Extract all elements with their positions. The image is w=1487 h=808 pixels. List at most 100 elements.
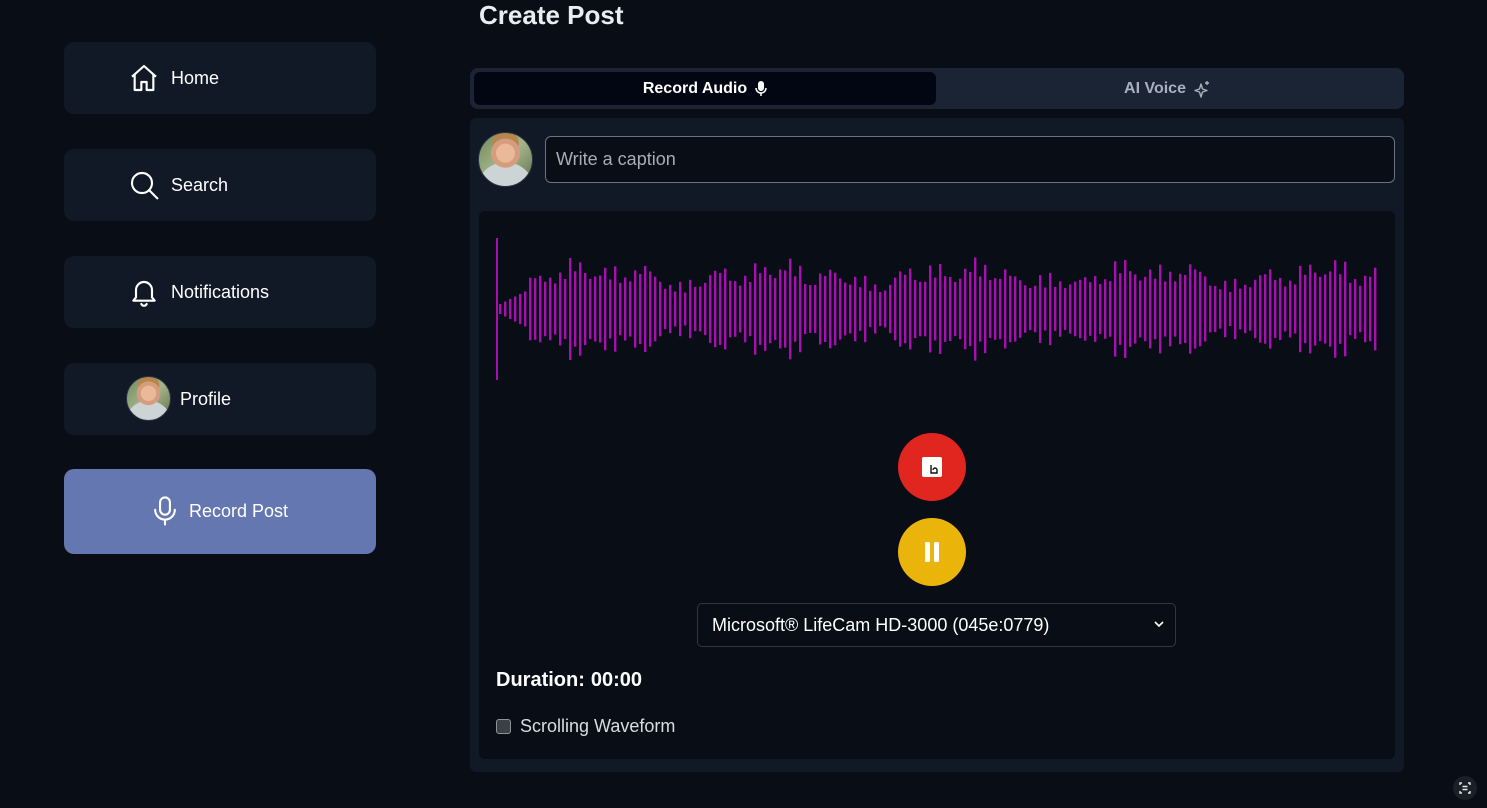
waveform-bar	[1284, 286, 1287, 332]
waveform-bar	[1369, 276, 1372, 342]
waveform-bar	[969, 271, 972, 347]
scrolling-waveform-checkbox[interactable]	[496, 719, 511, 734]
waveform-bar	[1309, 264, 1312, 354]
waveform-bar	[729, 280, 732, 338]
page-title: Create Post	[479, 0, 624, 30]
waveform-bar	[1259, 275, 1262, 343]
sidebar-item-label: Notifications	[171, 281, 270, 302]
sparkle-icon	[1194, 80, 1209, 98]
waveform-bar	[859, 287, 862, 331]
home-icon	[128, 62, 160, 94]
scrolling-waveform-option: Scrolling Waveform	[496, 716, 675, 737]
waveform-bar	[679, 281, 682, 337]
audio-waveform	[496, 238, 1377, 380]
waveform-bar	[1039, 275, 1042, 343]
waveform-bar	[869, 290, 872, 328]
sidebar-item-label: Record Post	[189, 501, 289, 521]
waveform-bar	[959, 278, 962, 340]
waveform-bar	[954, 281, 957, 337]
waveform-bar	[764, 267, 767, 351]
waveform-bar	[1009, 275, 1012, 343]
tab-ai-voice[interactable]: AI Voice	[936, 72, 1398, 105]
waveform-bar	[1249, 287, 1252, 331]
duration-label: Duration:	[496, 669, 585, 691]
waveform-bar	[929, 265, 932, 353]
waveform-bar	[1339, 274, 1342, 344]
waveform-bar	[1169, 271, 1172, 347]
waveform-bar	[609, 279, 612, 339]
selected-device: Microsoft® LifeCam HD-3000 (045e:0779)	[712, 614, 1050, 635]
sidebar-item-notifications[interactable]: Notifications	[64, 256, 376, 328]
waveform-bar	[1184, 274, 1187, 344]
waveform-bar	[1094, 276, 1097, 342]
waveform-bar	[549, 277, 552, 341]
waveform-bar	[584, 272, 587, 346]
waveform-bar	[1194, 269, 1197, 349]
waveform-bar	[1024, 285, 1027, 333]
sidebar-item-label: Search	[171, 174, 229, 195]
sidebar-item-label: Home	[171, 67, 220, 88]
waveform-bar	[1189, 264, 1192, 354]
waveform-bar	[1254, 279, 1257, 339]
chevron-down-icon	[1154, 621, 1164, 628]
waveform-bar	[779, 269, 782, 349]
waveform-bar	[879, 291, 882, 327]
waveform-bar	[699, 286, 702, 332]
waveform-bar	[659, 281, 662, 337]
waveform-bar	[669, 284, 672, 334]
audio-device-select[interactable]: Microsoft® LifeCam HD-3000 (045e:0779)	[697, 603, 1176, 647]
waveform-bar	[1329, 271, 1332, 347]
waveform-bar	[834, 272, 837, 346]
avatar	[126, 376, 171, 421]
waveform-bar	[1119, 273, 1122, 345]
waveform-bar	[744, 275, 747, 343]
tab-record-audio[interactable]: Record Audio	[474, 72, 936, 105]
waveform-bar	[1299, 265, 1302, 353]
waveform-bar	[889, 284, 892, 334]
waveform-bar	[884, 290, 887, 328]
waveform-bar	[1079, 279, 1082, 339]
waveform-bar	[629, 281, 632, 337]
waveform-bar	[639, 273, 642, 345]
waveform-bar	[944, 276, 947, 342]
tab-bar: Record Audio AI Voice	[470, 68, 1404, 109]
waveform-bar	[949, 277, 952, 341]
waveform-bar	[844, 282, 847, 336]
microphone-icon	[150, 495, 180, 527]
waveform-bar	[634, 270, 637, 348]
waveform-bar	[574, 271, 577, 347]
waveform-bar	[499, 304, 502, 314]
waveform-bar	[664, 288, 667, 330]
waveform-bar	[894, 277, 897, 341]
screenshot-tool-icon[interactable]	[1453, 776, 1477, 800]
waveform-bar	[924, 281, 927, 337]
waveform-bar	[1219, 289, 1222, 329]
waveform-bar	[534, 278, 537, 340]
waveform-bar	[964, 268, 967, 350]
waveform-bar	[529, 277, 532, 341]
waveform-bar	[1349, 282, 1352, 336]
microphone-icon	[755, 80, 767, 96]
waveform-bar	[709, 275, 712, 343]
sidebar-item-home[interactable]: Home	[64, 42, 376, 114]
waveform-bar	[1054, 286, 1057, 332]
waveform-bar	[624, 277, 627, 341]
sidebar-item-record-post[interactable]: Record Post	[64, 469, 376, 554]
waveform-bar	[1229, 291, 1232, 327]
stop-button[interactable]	[898, 433, 966, 501]
waveform-bar	[849, 284, 852, 334]
waveform-bar	[899, 271, 902, 347]
sidebar-item-search[interactable]: Search	[64, 149, 376, 221]
waveform-bar	[1164, 281, 1167, 337]
waveform-bar	[654, 276, 657, 342]
sidebar-item-profile[interactable]: Profile	[64, 363, 376, 435]
caption-input[interactable]	[545, 136, 1395, 183]
waveform-bar	[819, 273, 822, 345]
waveform-bar	[619, 282, 622, 336]
waveform-bar	[1354, 279, 1357, 339]
waveform-bar	[754, 263, 757, 355]
pause-button[interactable]	[898, 518, 966, 586]
waveform-bar	[999, 278, 1002, 340]
waveform-bar	[1334, 260, 1337, 358]
waveform-bar	[1029, 287, 1032, 331]
